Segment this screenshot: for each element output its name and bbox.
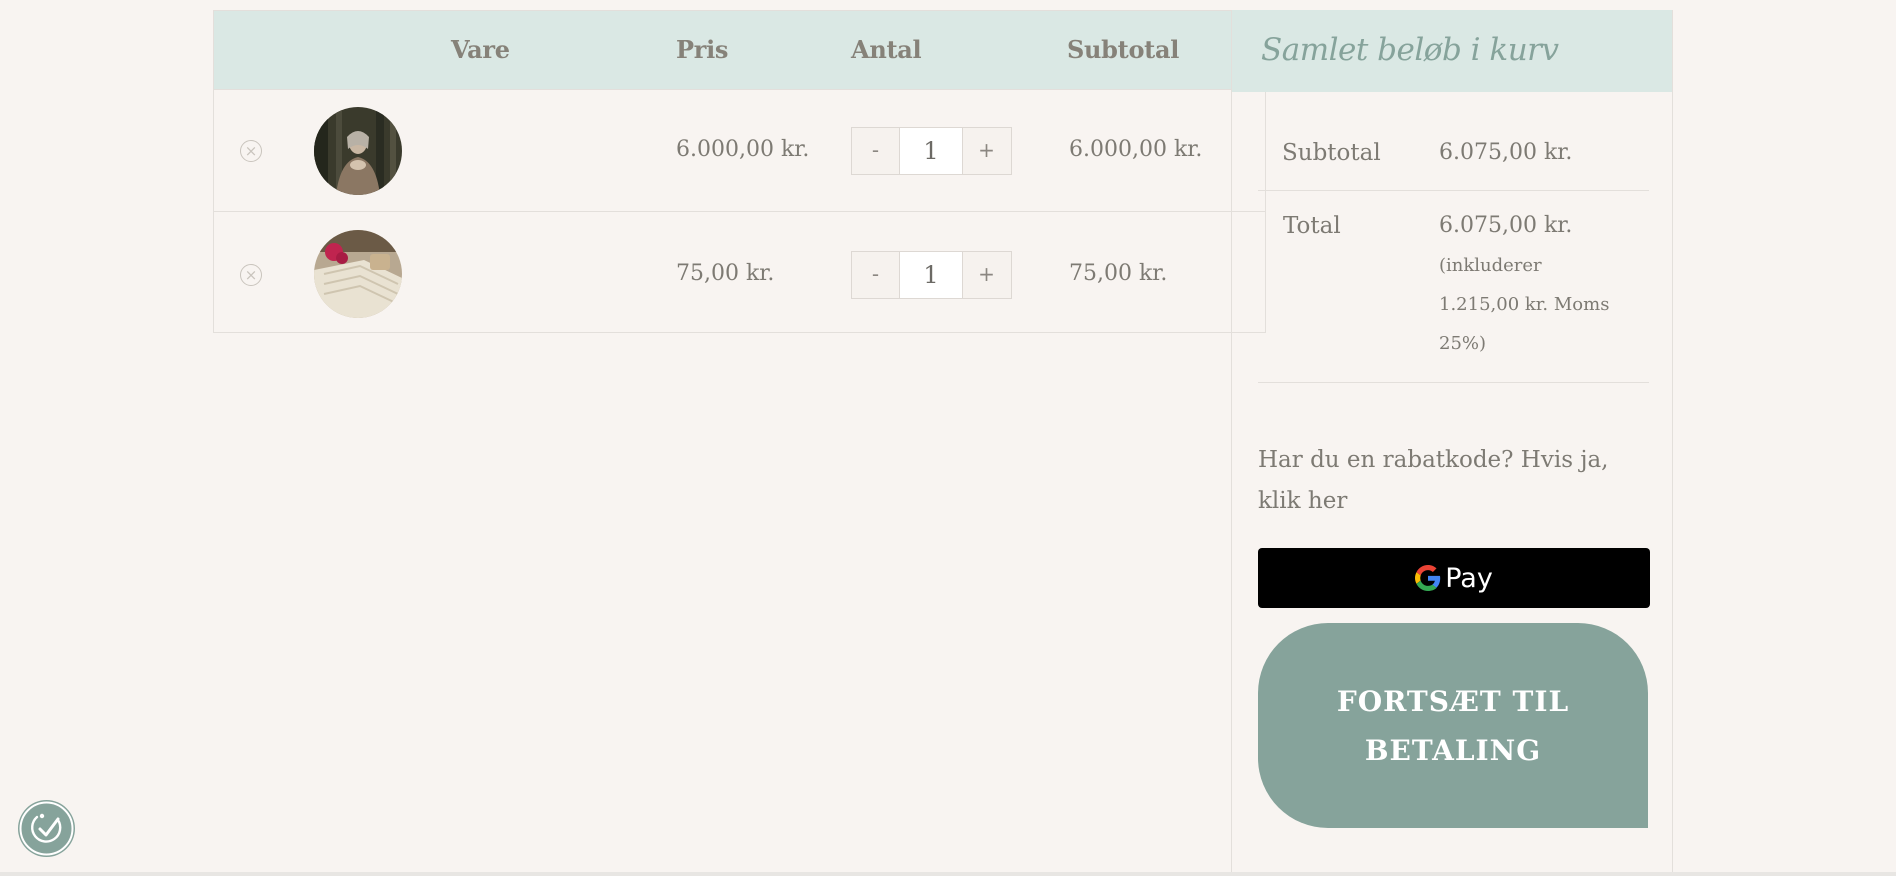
item-subtotal: 75,00 kr.: [1069, 261, 1168, 286]
google-pay-label: Pay: [1445, 562, 1493, 594]
google-pay-button[interactable]: Pay: [1258, 548, 1650, 608]
page-bottom-edge: [0, 872, 1896, 876]
qty-plus-button[interactable]: +: [963, 128, 1010, 174]
subtotal-value: 6.075,00 kr.: [1439, 140, 1573, 165]
accessibility-icon: [19, 801, 74, 856]
tax-note-line: (inkluderer: [1439, 255, 1542, 276]
total-value: 6.075,00 kr.: [1439, 213, 1573, 238]
divider: [1258, 382, 1649, 383]
cart-table-header: Vare Pris Antal Subtotal: [214, 11, 1267, 89]
item-subtotal: 6.000,00 kr.: [1069, 137, 1203, 162]
cart-row: × 75,00 kr. - 1 + 75,00 kr.: [214, 211, 1265, 334]
quantity-stepper: - 1 +: [851, 251, 1012, 299]
close-circle-icon: ×: [244, 142, 258, 160]
qty-plus-button[interactable]: +: [963, 252, 1010, 298]
qty-minus-button[interactable]: -: [852, 128, 899, 174]
qty-minus-button[interactable]: -: [852, 252, 899, 298]
accessibility-button[interactable]: [18, 800, 75, 857]
qty-input[interactable]: 1: [899, 252, 963, 298]
close-circle-icon: ×: [244, 266, 258, 284]
remove-item-button[interactable]: ×: [240, 264, 262, 286]
cart-totals-title: Samlet beløb i kurv: [1261, 32, 1559, 68]
tax-note-line: 25%): [1439, 333, 1487, 354]
quantity-stepper: - 1 +: [851, 127, 1012, 175]
total-label: Total: [1283, 213, 1341, 239]
proceed-to-checkout-button[interactable]: FORTSÆT TIL BETALING: [1258, 623, 1648, 828]
product-thumbnail[interactable]: [314, 230, 402, 318]
divider: [1258, 190, 1649, 191]
item-price: 75,00 kr.: [676, 261, 775, 286]
product-thumbnail[interactable]: [314, 107, 402, 195]
cart-row: × 6.000,00 kr. - 1 + 6.000,00 kr.: [214, 89, 1265, 212]
header-price: Pris: [676, 35, 729, 64]
book-roses-image: [314, 230, 402, 318]
header-product: Vare: [451, 35, 510, 64]
portrait-forest-image: [314, 107, 402, 195]
remove-item-button[interactable]: ×: [240, 140, 262, 162]
header-quantity: Antal: [851, 35, 922, 64]
header-subtotal: Subtotal: [1067, 35, 1180, 64]
coupon-link[interactable]: Har du en rabatkode? Hvis ja, klik her: [1258, 440, 1648, 522]
cart-table: Vare Pris Antal Subtotal × 6.000,00 kr. …: [213, 10, 1267, 334]
tax-note-line: 1.215,00 kr. Moms: [1439, 294, 1610, 315]
item-price: 6.000,00 kr.: [676, 137, 810, 162]
subtotal-label: Subtotal: [1282, 140, 1381, 166]
qty-input[interactable]: 1: [899, 128, 963, 174]
google-g-icon: [1415, 565, 1441, 591]
cart-totals-panel: Samlet beløb i kurv Subtotal 6.075,00 kr…: [1231, 10, 1673, 876]
cart-totals-header: Samlet beløb i kurv: [1232, 10, 1672, 92]
checkout-label: FORTSÆT TIL BETALING: [1336, 684, 1570, 767]
